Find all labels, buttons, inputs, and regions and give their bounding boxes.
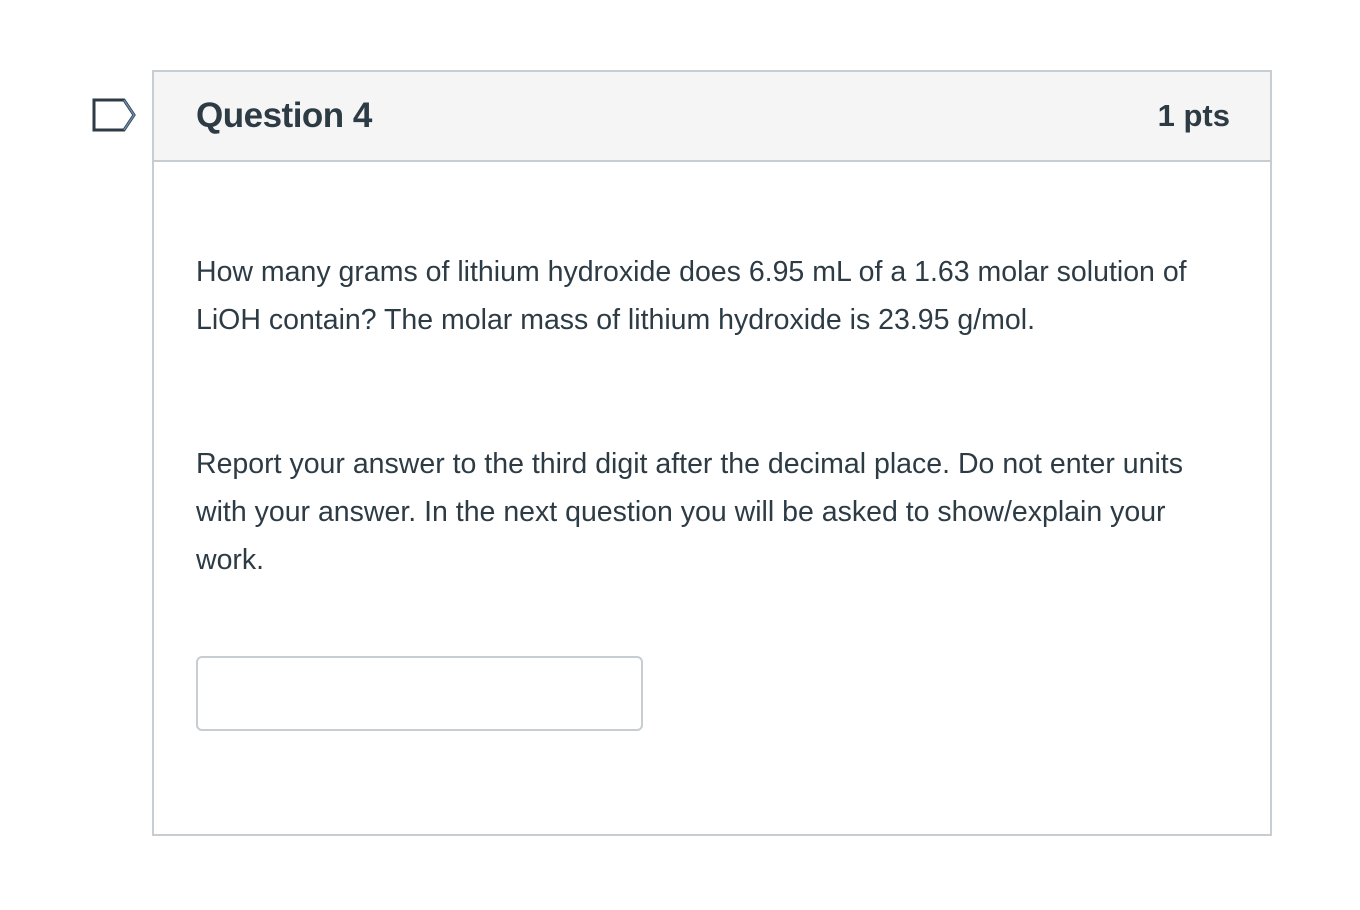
answer-input[interactable]: [196, 656, 643, 731]
question-title: Question 4: [196, 96, 372, 135]
question-body: How many grams of lithium hydroxide does…: [154, 162, 1270, 731]
question-prompt: How many grams of lithium hydroxide does…: [196, 256, 1187, 336]
question-points: 1 pts: [1157, 98, 1230, 133]
question-instructions: Report your answer to the third digit af…: [196, 448, 1183, 576]
question-header: Question 4 1 pts: [154, 72, 1270, 162]
flag-question-icon[interactable]: [92, 98, 136, 132]
quiz-page: Question 4 1 pts How many grams of lithi…: [0, 0, 1360, 910]
question-card: Question 4 1 pts How many grams of lithi…: [152, 70, 1272, 836]
